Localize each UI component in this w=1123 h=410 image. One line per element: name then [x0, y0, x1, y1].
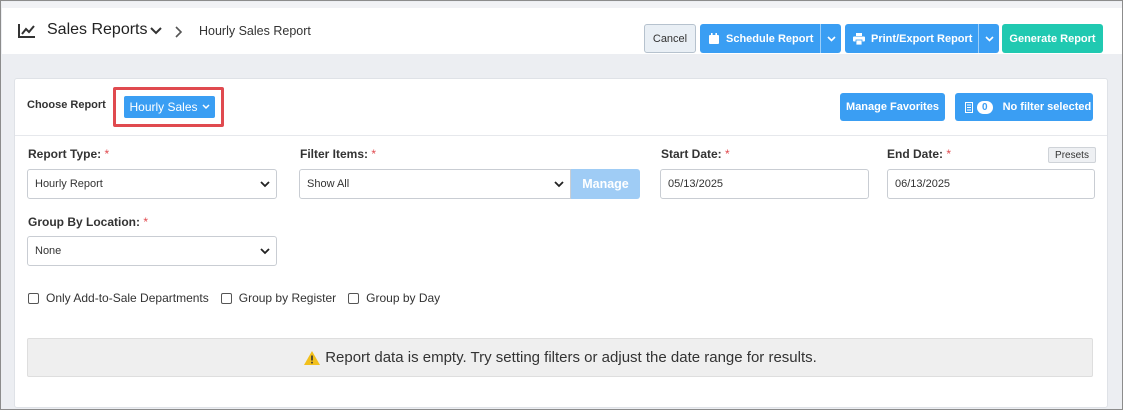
manage-favorites-button[interactable]: Manage Favorites: [840, 93, 945, 121]
checkbox-label: Group by Day: [366, 291, 441, 305]
chevron-down-icon: [260, 181, 270, 188]
report-type-label: Report Type: *: [28, 147, 109, 161]
checkbox-label: Only Add-to-Sale Departments: [46, 291, 209, 305]
print-export-label: Print/Export Report: [871, 32, 973, 45]
page-title[interactable]: Sales Reports: [47, 21, 148, 39]
report-selector-bar: Choose Report Hourly Sales Manage Favori…: [15, 79, 1107, 136]
group-by-location-label: Group By Location: *: [28, 215, 148, 229]
report-type-select[interactable]: Hourly Report: [27, 169, 277, 199]
required-mark: *: [371, 147, 377, 161]
start-date-value: 05/13/2025: [668, 178, 724, 190]
chevron-down-icon: [826, 35, 836, 42]
schedule-report-button[interactable]: Schedule Report: [700, 24, 841, 53]
generate-report-button[interactable]: Generate Report: [1002, 24, 1103, 53]
report-select-button[interactable]: Hourly Sales: [124, 96, 215, 118]
chevron-down-icon[interactable]: [150, 27, 162, 35]
group-by-location-select[interactable]: None: [27, 236, 277, 266]
only-add-to-sale-checkbox[interactable]: Only Add-to-Sale Departments: [28, 291, 209, 305]
schedule-dropdown-toggle[interactable]: [820, 24, 841, 53]
cancel-button[interactable]: Cancel: [644, 24, 696, 53]
chevron-down-icon: [984, 35, 994, 42]
checkbox-box[interactable]: [28, 292, 39, 304]
printer-icon: [853, 32, 865, 45]
calendar-icon: [709, 32, 719, 44]
print-export-button[interactable]: Print/Export Report: [845, 24, 999, 53]
manage-filter-button[interactable]: Manage: [571, 169, 640, 199]
checkbox-box[interactable]: [348, 292, 360, 304]
checkbox-label: Group by Register: [238, 291, 337, 305]
breadcrumb: Hourly Sales Report: [199, 24, 311, 38]
filter-items-label: Filter Items: *: [300, 147, 376, 161]
top-header: Sales Reports Hourly Sales Report Cancel…: [2, 2, 1122, 54]
end-date-label-text: End Date:: [887, 147, 944, 161]
filter-items-value: Show All: [307, 178, 350, 190]
alert-message: Report data is empty. Try setting filter…: [325, 349, 817, 366]
print-dropdown-toggle[interactable]: [978, 24, 999, 53]
report-card: Choose Report Hourly Sales Manage Favori…: [14, 78, 1108, 408]
no-filter-label: No filter selected: [1002, 101, 1092, 113]
checkbox-box[interactable]: [220, 292, 232, 304]
chevron-down-icon: [201, 104, 210, 110]
required-mark: *: [104, 147, 110, 161]
filter-items-label-text: Filter Items:: [300, 147, 369, 161]
required-mark: *: [143, 215, 149, 229]
start-date-label-text: Start Date:: [661, 147, 722, 161]
filter-icon: [965, 101, 973, 113]
group-by-location-label-text: Group By Location:: [28, 215, 140, 229]
warning-icon: [304, 350, 321, 365]
filter-count-badge: 0: [977, 100, 993, 114]
group-by-location-value: None: [35, 245, 62, 257]
filter-summary-button[interactable]: 0 No filter selected: [955, 93, 1093, 121]
start-date-input[interactable]: 05/13/2025: [660, 169, 869, 199]
filter-items-select[interactable]: Show All: [299, 169, 571, 199]
empty-report-alert: Report data is empty. Try setting filter…: [27, 338, 1093, 377]
chevron-down-icon: [260, 248, 270, 255]
schedule-report-label: Schedule Report: [726, 32, 814, 45]
presets-button[interactable]: Presets: [1048, 147, 1096, 163]
end-date-input[interactable]: 06/13/2025: [887, 169, 1095, 199]
selected-report-label: Hourly Sales: [129, 100, 198, 114]
choose-report-label: Choose Report: [27, 99, 106, 111]
group-by-register-checkbox[interactable]: Group by Register: [220, 291, 337, 305]
chevron-right-icon: [175, 26, 183, 38]
chart-line-icon: [18, 24, 35, 38]
end-date-value: 06/13/2025: [895, 178, 951, 190]
options-checkbox-row: Only Add-to-Sale Departments Group by Re…: [28, 291, 452, 305]
app-frame: Sales Reports Hourly Sales Report Cancel…: [0, 0, 1123, 410]
report-type-label-text: Report Type:: [28, 147, 102, 161]
required-mark: *: [725, 147, 730, 161]
start-date-label: Start Date: *: [661, 147, 730, 161]
group-by-day-checkbox[interactable]: Group by Day: [348, 291, 440, 305]
chevron-down-icon: [554, 181, 564, 188]
end-date-label: End Date: *: [887, 147, 951, 161]
report-type-value: Hourly Report: [35, 178, 103, 190]
required-mark: *: [946, 147, 952, 161]
